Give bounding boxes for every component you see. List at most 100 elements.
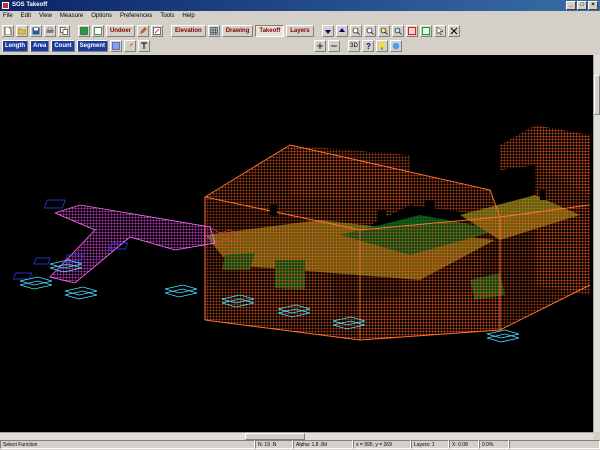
- minimize-button[interactable]: _: [566, 1, 576, 10]
- check-icon: [94, 26, 102, 35]
- status-bar: Select Function N: 19 .N Alpha: 1.8 .8d …: [0, 440, 600, 450]
- image-button[interactable]: [110, 39, 123, 52]
- grid-icon: [80, 26, 88, 35]
- zoom-window-icon: [380, 27, 388, 35]
- menu-options[interactable]: Options: [91, 12, 112, 21]
- pen-icon: [140, 26, 147, 34]
- save-icon: [32, 27, 40, 34]
- move-up-button[interactable]: [335, 24, 348, 37]
- refresh-icon: [421, 26, 430, 35]
- menu-file[interactable]: File: [3, 12, 13, 21]
- view-button[interactable]: [92, 24, 104, 37]
- menu-measure[interactable]: Measure: [60, 12, 83, 21]
- close-icon: [450, 27, 457, 34]
- zoom-window-button[interactable]: [377, 24, 390, 37]
- delete-button[interactable]: [447, 24, 460, 37]
- menu-bar: File Edit View Measure Options Preferenc…: [0, 12, 600, 21]
- question-icon: ?: [366, 42, 371, 50]
- edit-icon: [153, 26, 161, 35]
- title-bar: SOS Takeoff _ □ ×: [0, 0, 600, 11]
- svg-text:?: ?: [366, 42, 371, 50]
- 3d-view-button[interactable]: 3D: [348, 39, 361, 52]
- zoom-all-button[interactable]: [391, 24, 404, 37]
- drawing-tab[interactable]: Drawing: [221, 24, 254, 37]
- vertical-scrollbar[interactable]: [593, 55, 600, 432]
- layers-tab[interactable]: Layers: [286, 24, 314, 37]
- menu-tools[interactable]: Tools: [160, 12, 174, 21]
- horizontal-scroll-thumb[interactable]: [245, 433, 305, 440]
- area-button[interactable]: Area: [30, 39, 50, 52]
- elevation-button[interactable]: Elevation: [171, 24, 206, 37]
- minus-icon: [331, 45, 338, 46]
- status-percent: 0.0%: [479, 440, 509, 449]
- measure-toolbar: Length Area Count Segment 3D ?: [0, 38, 600, 53]
- status-filler: [509, 440, 600, 449]
- help-button[interactable]: ?: [362, 39, 375, 52]
- remove-button[interactable]: [328, 39, 341, 52]
- tip-button[interactable]: [376, 39, 389, 52]
- building-model: [204, 125, 591, 341]
- brush-button[interactable]: [124, 39, 137, 52]
- printer-icon: [46, 27, 54, 33]
- new-file-button[interactable]: [2, 24, 14, 37]
- fit-button[interactable]: [405, 24, 418, 37]
- length-button[interactable]: Length: [2, 39, 28, 52]
- zoom-all-icon: [394, 27, 402, 35]
- main-toolbar: Undoer Elevation Drawing Takeoff Layers: [0, 23, 600, 38]
- arrow-down-icon: [324, 29, 331, 34]
- brush-icon: [127, 42, 134, 49]
- maximize-button[interactable]: □: [577, 1, 587, 10]
- status-x: X: 0.08: [449, 440, 479, 449]
- lightbulb-icon: [379, 42, 385, 49]
- plus-icon: [317, 42, 324, 49]
- vertical-scroll-thumb[interactable]: [594, 75, 600, 115]
- add-button[interactable]: [314, 39, 327, 52]
- status-n: N: 19 .N: [255, 440, 293, 449]
- table-button[interactable]: [207, 24, 220, 37]
- zoom-in-icon: [352, 27, 360, 35]
- status-alpha: Alpha: 1.8 .8d: [293, 440, 353, 449]
- arrow-up-icon: [338, 27, 345, 32]
- status-coordinates: x = 995, y = 269: [353, 440, 411, 449]
- drawing-canvas[interactable]: [0, 55, 593, 432]
- folder-icon: [18, 28, 26, 34]
- pen-button[interactable]: [137, 24, 149, 37]
- info-icon: [392, 42, 400, 49]
- layout-button[interactable]: [78, 24, 90, 37]
- open-file-button[interactable]: [16, 24, 28, 37]
- app-icon: [2, 2, 9, 9]
- fit-icon: [407, 26, 416, 35]
- segment-button[interactable]: Segment: [76, 39, 109, 52]
- app-window: SOS Takeoff _ □ × File Edit View Measure…: [0, 0, 600, 450]
- menu-view[interactable]: View: [39, 12, 52, 21]
- new-file-icon: [4, 26, 12, 35]
- table-icon: [209, 26, 218, 35]
- zoom-in-button[interactable]: [349, 24, 362, 37]
- refresh-button[interactable]: [419, 24, 432, 37]
- zoom-out-icon: [366, 27, 374, 35]
- count-button[interactable]: Count: [51, 39, 75, 52]
- edit-button[interactable]: [151, 24, 163, 37]
- save-button[interactable]: [30, 24, 42, 37]
- horizontal-scrollbar[interactable]: [0, 432, 593, 440]
- menu-preferences[interactable]: Preferences: [120, 12, 152, 21]
- text-button[interactable]: [138, 39, 151, 52]
- window-title: SOS Takeoff: [12, 2, 48, 8]
- zoom-out-button[interactable]: [363, 24, 376, 37]
- print-button[interactable]: [44, 24, 56, 37]
- menu-edit[interactable]: Edit: [21, 12, 31, 21]
- pointer-icon: [436, 26, 444, 35]
- image-icon: [112, 41, 120, 50]
- move-down-button[interactable]: [321, 24, 334, 37]
- undoer-button[interactable]: Undoer: [106, 24, 135, 37]
- takeoff-tab[interactable]: Takeoff: [255, 24, 285, 37]
- pointer-button[interactable]: [433, 24, 446, 37]
- status-layers: Layers: 1: [411, 440, 449, 449]
- wireframe-model: [12, 125, 591, 343]
- close-button[interactable]: ×: [588, 1, 598, 10]
- menu-help[interactable]: Help: [182, 12, 194, 21]
- status-message: Select Function: [0, 440, 255, 449]
- copy-button[interactable]: [58, 24, 70, 37]
- info-button[interactable]: [390, 39, 403, 52]
- copy-icon: [60, 26, 68, 35]
